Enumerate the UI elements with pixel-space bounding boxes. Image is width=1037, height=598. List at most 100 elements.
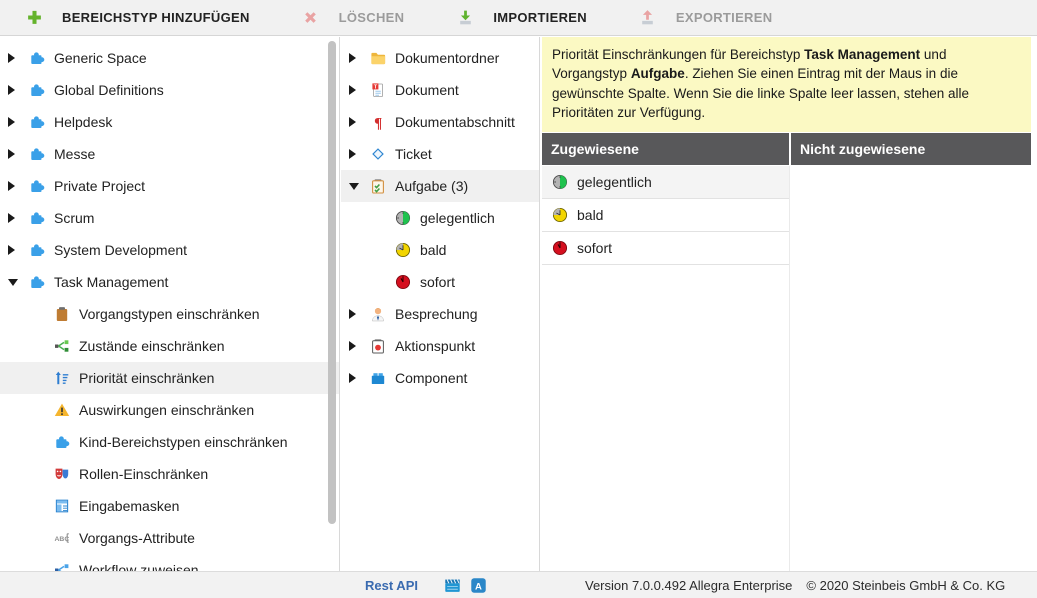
toolbar-button-label: LÖSCHEN xyxy=(339,10,405,25)
tree-item-label: Private Project xyxy=(54,178,145,194)
pie-yellow-icon xyxy=(551,206,569,223)
left-panel-scrollbar[interactable] xyxy=(327,39,337,569)
svg-text:A: A xyxy=(475,581,482,592)
assigned-column[interactable]: gelegentlich bald sofort xyxy=(542,166,789,571)
warning-icon xyxy=(53,402,71,419)
tree-item-label: Dokumentabschnitt xyxy=(395,114,515,130)
puzzle-icon xyxy=(28,82,46,99)
expand-arrow[interactable] xyxy=(349,149,369,159)
expand-arrow[interactable] xyxy=(8,149,28,159)
tree-item-component[interactable]: Component xyxy=(341,362,539,394)
tree-item-auswirkungen-einschränken[interactable]: Auswirkungen einschränken xyxy=(0,394,339,426)
expand-arrow[interactable] xyxy=(349,373,369,383)
tree-item-label: Auswirkungen einschränken xyxy=(79,402,254,418)
import-tray-icon xyxy=(456,9,474,27)
tree-item-label: Scrum xyxy=(54,210,94,226)
tree-item-bald[interactable]: bald xyxy=(341,234,539,266)
ticket-icon xyxy=(369,146,387,163)
rest-api-link[interactable]: Rest API xyxy=(365,578,418,593)
tree-item-dokument[interactable]: T Dokument xyxy=(341,74,539,106)
tree-item-aufgabe-3[interactable]: Aufgabe (3) xyxy=(341,170,539,202)
expand-arrow[interactable] xyxy=(8,53,28,63)
folder-icon xyxy=(369,50,387,67)
toolbar-button-export[interactable]: EXPORTIEREN xyxy=(639,9,772,27)
tree-item-vorgangs-attribute[interactable]: ABC Vorgangs-Attribute xyxy=(0,522,339,554)
puzzle-icon xyxy=(28,50,46,67)
a-badge-icon[interactable]: A xyxy=(470,577,487,594)
clapperboard-icon[interactable] xyxy=(444,577,461,594)
pie-red-icon xyxy=(394,274,412,291)
expand-arrow[interactable] xyxy=(8,181,28,191)
delete-x-icon xyxy=(302,9,320,27)
expand-arrow[interactable] xyxy=(349,85,369,95)
document-icon: T xyxy=(369,82,387,99)
toolbar-button-delete[interactable]: LÖSCHEN xyxy=(302,9,405,27)
tree-item-label: Rollen-Einschränken xyxy=(79,466,208,482)
tree-item-gelegentlich[interactable]: gelegentlich xyxy=(341,202,539,234)
person-icon xyxy=(369,306,387,323)
pie-red-icon xyxy=(551,239,569,256)
tree-item-besprechung[interactable]: Besprechung xyxy=(341,298,539,330)
assigned-row-sofort[interactable]: sofort xyxy=(542,232,789,265)
tree-item-label: Global Definitions xyxy=(54,82,164,98)
tree-item-workflow-zuweisen[interactable]: Workflow zuweisen xyxy=(0,554,339,571)
tree-item-messe[interactable]: Messe xyxy=(0,138,339,170)
tree-item-label: Eingabemasken xyxy=(79,498,179,514)
expand-arrow[interactable] xyxy=(8,279,28,286)
tree-item-ticket[interactable]: Ticket xyxy=(341,138,539,170)
unassigned-column[interactable] xyxy=(789,166,1031,571)
tree-item-global-definitions[interactable]: Global Definitions xyxy=(0,74,339,106)
export-tray-icon xyxy=(639,9,657,27)
tree-item-zustände-einschränken[interactable]: Zustände einschränken xyxy=(0,330,339,362)
tree-item-aktionspunkt[interactable]: Aktionspunkt xyxy=(341,330,539,362)
expand-arrow[interactable] xyxy=(349,309,369,319)
tree-item-label: Helpdesk xyxy=(54,114,112,130)
tree-item-label: Task Management xyxy=(54,274,168,290)
tree-item-dokumentordner[interactable]: Dokumentordner xyxy=(341,42,539,74)
expand-arrow[interactable] xyxy=(8,117,28,127)
tree-item-eingabemasken[interactable]: Eingabemasken xyxy=(0,490,339,522)
pilcrow-icon: ¶ xyxy=(369,114,387,131)
tree-item-helpdesk[interactable]: Helpdesk xyxy=(0,106,339,138)
tree-item-label: Besprechung xyxy=(395,306,478,322)
tree-item-vorgangstypen-einschränken[interactable]: Vorgangstypen einschränken xyxy=(0,298,339,330)
tree-item-system-development[interactable]: System Development xyxy=(0,234,339,266)
svg-text:T: T xyxy=(374,85,378,91)
expand-arrow[interactable] xyxy=(8,85,28,95)
puzzle-icon xyxy=(28,114,46,131)
tree-item-rollen-einschränken[interactable]: Rollen-Einschränken xyxy=(0,458,339,490)
toolbar-button-label: BEREICHSTYP HINZUFÜGEN xyxy=(62,10,250,25)
tree-item-kind-bereichstypen-einschränken[interactable]: Kind-Bereichstypen einschränken xyxy=(0,426,339,458)
tree-item-label: System Development xyxy=(54,242,187,258)
puzzle-icon xyxy=(28,242,46,259)
toolbar: BEREICHSTYP HINZUFÜGEN LÖSCHEN IMPORTIER… xyxy=(0,0,1037,36)
tree-item-label: sofort xyxy=(420,274,455,290)
tree-item-priorität-einschränken[interactable]: Priorität einschränken xyxy=(0,362,339,394)
pie-green-icon xyxy=(394,210,412,227)
tree-item-private-project[interactable]: Private Project xyxy=(0,170,339,202)
tree-item-label: Messe xyxy=(54,146,95,162)
tree-item-task-management[interactable]: Task Management xyxy=(0,266,339,298)
tree-item-scrum[interactable]: Scrum xyxy=(0,202,339,234)
tree-item-label: Dokumentordner xyxy=(395,50,499,66)
expand-arrow[interactable] xyxy=(349,53,369,63)
tree-item-label: Workflow zuweisen xyxy=(79,562,199,571)
expand-arrow[interactable] xyxy=(349,341,369,351)
expand-arrow[interactable] xyxy=(349,183,369,190)
assigned-row-bald[interactable]: bald xyxy=(542,199,789,232)
svg-text:¶: ¶ xyxy=(374,116,382,130)
tree-item-sofort[interactable]: sofort xyxy=(341,266,539,298)
expand-arrow[interactable] xyxy=(8,213,28,223)
copyright-text: © 2020 Steinbeis GmbH & Co. KG xyxy=(806,578,1005,593)
scrollbar-thumb[interactable] xyxy=(328,41,336,524)
expand-arrow[interactable] xyxy=(8,245,28,255)
add-plus-icon xyxy=(25,9,43,27)
assigned-row-gelegentlich[interactable]: gelegentlich xyxy=(542,166,789,199)
puzzle-icon xyxy=(28,210,46,227)
toolbar-button-import[interactable]: IMPORTIEREN xyxy=(456,9,587,27)
tree-item-dokumentabschnitt[interactable]: ¶ Dokumentabschnitt xyxy=(341,106,539,138)
info-box: Priorität Einschränkungen für Bereichsty… xyxy=(542,37,1031,132)
tree-item-generic-space[interactable]: Generic Space xyxy=(0,42,339,74)
expand-arrow[interactable] xyxy=(349,117,369,127)
toolbar-button-add-space-type[interactable]: BEREICHSTYP HINZUFÜGEN xyxy=(25,9,250,27)
